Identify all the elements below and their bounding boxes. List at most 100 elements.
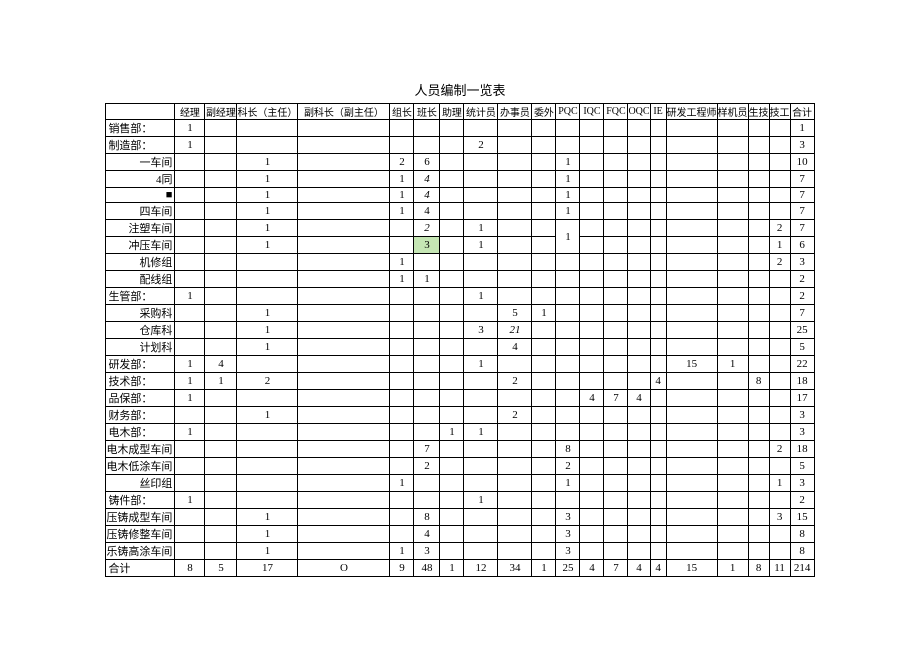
cell [604,171,628,188]
cell: 1 [532,305,556,322]
table-row: 注塑车间121127 [106,220,814,237]
cell [464,171,498,188]
cell [666,509,717,526]
cell [498,203,532,220]
cell [390,526,414,543]
cell [464,390,498,407]
cell [390,509,414,526]
cell: 25 [790,322,814,339]
cell [237,271,298,288]
cell: 1 [175,120,205,137]
cell [604,188,628,203]
cell [298,171,390,188]
cell [464,154,498,171]
cell [498,188,532,203]
cell [580,220,604,237]
cell [498,288,532,305]
cell [175,543,205,560]
cell: 1 [205,373,237,390]
cell: 8 [414,509,440,526]
cell [650,305,666,322]
cell [717,305,748,322]
row-label: 品保部： [106,390,175,407]
cell [532,458,556,475]
cell [628,203,650,220]
cell: 4 [628,560,650,577]
cell [390,441,414,458]
cell: 1 [717,560,748,577]
cell: 2 [790,492,814,509]
cell [717,137,748,154]
cell [769,203,790,220]
cell: 1 [532,560,556,577]
row-label: 仓库科 [106,322,175,339]
cell: 1 [390,254,414,271]
cell: 4 [414,188,440,203]
cell [628,322,650,339]
cell: 2 [769,220,790,237]
cell: 1 [390,171,414,188]
cell [237,120,298,137]
cell [580,458,604,475]
cell [440,271,464,288]
cell: 1 [556,475,580,492]
cell [717,171,748,188]
cell [175,271,205,288]
cell [556,254,580,271]
cell [237,356,298,373]
cell: 2 [414,458,440,475]
cell: 18 [790,373,814,390]
col-header: IE [650,104,666,120]
cell [414,407,440,424]
cell [556,288,580,305]
cell [580,154,604,171]
cell [205,492,237,509]
cell [628,543,650,560]
cell [298,220,390,237]
cell [175,154,205,171]
cell [650,171,666,188]
cell [748,390,769,407]
cell [628,271,650,288]
cell [298,271,390,288]
table-row: 制造部：123 [106,137,814,154]
cell: 1 [556,203,580,220]
cell [440,492,464,509]
table-row: 冲压车间13116 [106,237,814,254]
cell [580,188,604,203]
cell [717,373,748,390]
cell [666,305,717,322]
cell [175,322,205,339]
row-label: 合计 [106,560,175,577]
cell: 3 [790,407,814,424]
cell [650,188,666,203]
cell: 1 [237,407,298,424]
cell [205,424,237,441]
cell: 2 [237,373,298,390]
cell: 18 [790,441,814,458]
cell [440,322,464,339]
cell [175,305,205,322]
cell: 8 [790,526,814,543]
cell [205,526,237,543]
table-row: 压铸修整车间1438 [106,526,814,543]
cell: 2 [790,271,814,288]
cell [205,543,237,560]
cell [556,424,580,441]
cell [498,492,532,509]
cell: 1 [464,356,498,373]
cell [440,220,464,237]
cell: 15 [666,560,717,577]
cell [414,475,440,492]
cell: 1 [237,188,298,203]
row-label: 制造部： [106,137,175,154]
cell: 7 [414,441,440,458]
cell [666,475,717,492]
cell [532,237,556,254]
cell: 1 [237,526,298,543]
cell [532,188,556,203]
cell [604,305,628,322]
cell [717,288,748,305]
cell [580,509,604,526]
cell: 1 [237,203,298,220]
